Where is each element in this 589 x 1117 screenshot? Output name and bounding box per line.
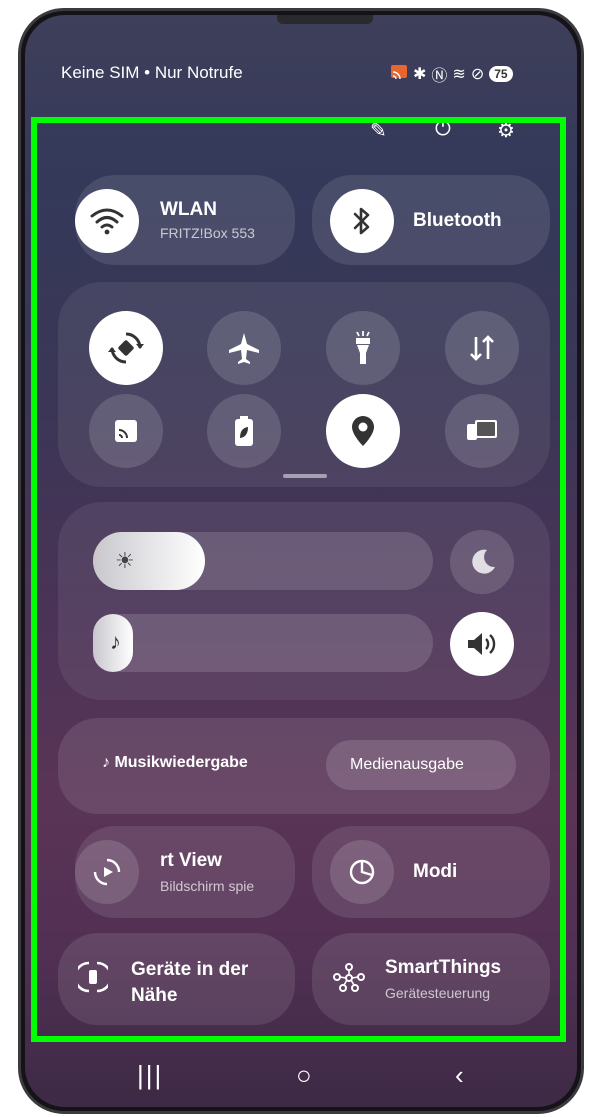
smartthings-title: SmartThings — [385, 957, 502, 978]
location-pin-icon — [352, 416, 374, 446]
mobile-data-icon — [470, 335, 494, 361]
wifi-icon[interactable] — [75, 189, 139, 253]
location-toggle[interactable] — [326, 394, 400, 468]
music-playback-button[interactable]: ♪ Musikwiedergabe — [102, 754, 248, 772]
back-icon[interactable]: ‹ — [455, 1060, 464, 1091]
smart-view-subtitle: Bildschirm spie — [160, 878, 255, 894]
drag-handle[interactable] — [283, 474, 327, 478]
flashlight-icon — [356, 331, 370, 364]
sound-settings-button[interactable] — [450, 612, 514, 676]
media-output-label: Medienausgabe — [350, 756, 464, 773]
screen-cast-icon — [115, 420, 137, 442]
mobile-data-toggle[interactable] — [445, 311, 519, 385]
auto-rotate-toggle[interactable] — [89, 311, 163, 385]
device-control-toggle[interactable] — [445, 394, 519, 468]
music-note-small-icon: ♪ — [102, 754, 110, 771]
smartthings-subtitle: Gerätesteuerung — [385, 985, 491, 1001]
home-icon[interactable]: ○ — [296, 1060, 312, 1091]
cast-icon — [390, 64, 408, 85]
bluetooth-status-icon: ✱ — [413, 66, 427, 83]
battery-leaf-icon — [235, 416, 253, 446]
auto-rotate-icon — [108, 332, 144, 364]
smartthings-icon — [332, 962, 366, 997]
moon-icon — [472, 549, 495, 574]
gear-icon[interactable]: ⚙ — [497, 118, 515, 143]
status-icons: ✱ Ⓝ ≋ ⊘ 75 — [390, 62, 513, 86]
modes-icon[interactable] — [330, 840, 394, 904]
smart-view-icon[interactable] — [75, 840, 139, 904]
navigation-bar: ||| ○ ‹ — [0, 1060, 589, 1105]
night-mode-button[interactable] — [450, 530, 514, 594]
smart-view-title: rt View — [160, 850, 222, 871]
power-saving-toggle[interactable] — [207, 394, 281, 468]
wlan-subtitle: FRITZ!Box 553 — [160, 225, 255, 241]
camera-notch — [277, 15, 373, 24]
nearby-devices-title: Geräte in der Nähe — [131, 959, 249, 1006]
quick-settings-toolbar: ✎ ⏻ ⚙ — [360, 118, 540, 144]
speaker-icon — [468, 633, 496, 655]
power-icon[interactable]: ⏻ — [435, 118, 451, 141]
brightness-slider-fill[interactable] — [93, 532, 205, 590]
nearby-devices-icon — [73, 960, 113, 999]
flashlight-toggle[interactable] — [326, 311, 400, 385]
nfc-icon: Ⓝ — [431, 68, 448, 85]
bluetooth-icon[interactable] — [330, 189, 394, 253]
do-not-disturb-icon: ⊘ — [470, 66, 485, 83]
modes-title: Modi — [413, 861, 458, 882]
volume-slider[interactable] — [93, 614, 433, 672]
pencil-icon[interactable]: ✎ — [370, 118, 387, 143]
music-playback-label: Musikwiedergabe — [114, 754, 248, 771]
wifi-status-icon: ≋ — [452, 66, 466, 83]
recent-apps-icon[interactable]: ||| — [137, 1060, 163, 1091]
device-control-icon — [467, 420, 497, 440]
battery-indicator: 75 — [489, 66, 513, 82]
airplane-icon — [229, 333, 259, 364]
bluetooth-title: Bluetooth — [413, 210, 502, 231]
sun-icon: ☀ — [115, 548, 135, 573]
airplane-mode-toggle[interactable] — [207, 311, 281, 385]
carrier-status: Keine SIM • Nur Notrufe — [61, 63, 243, 82]
cast-toggle[interactable] — [89, 394, 163, 468]
music-note-icon: ♪ — [110, 629, 121, 654]
wlan-title: WLAN — [160, 199, 217, 220]
